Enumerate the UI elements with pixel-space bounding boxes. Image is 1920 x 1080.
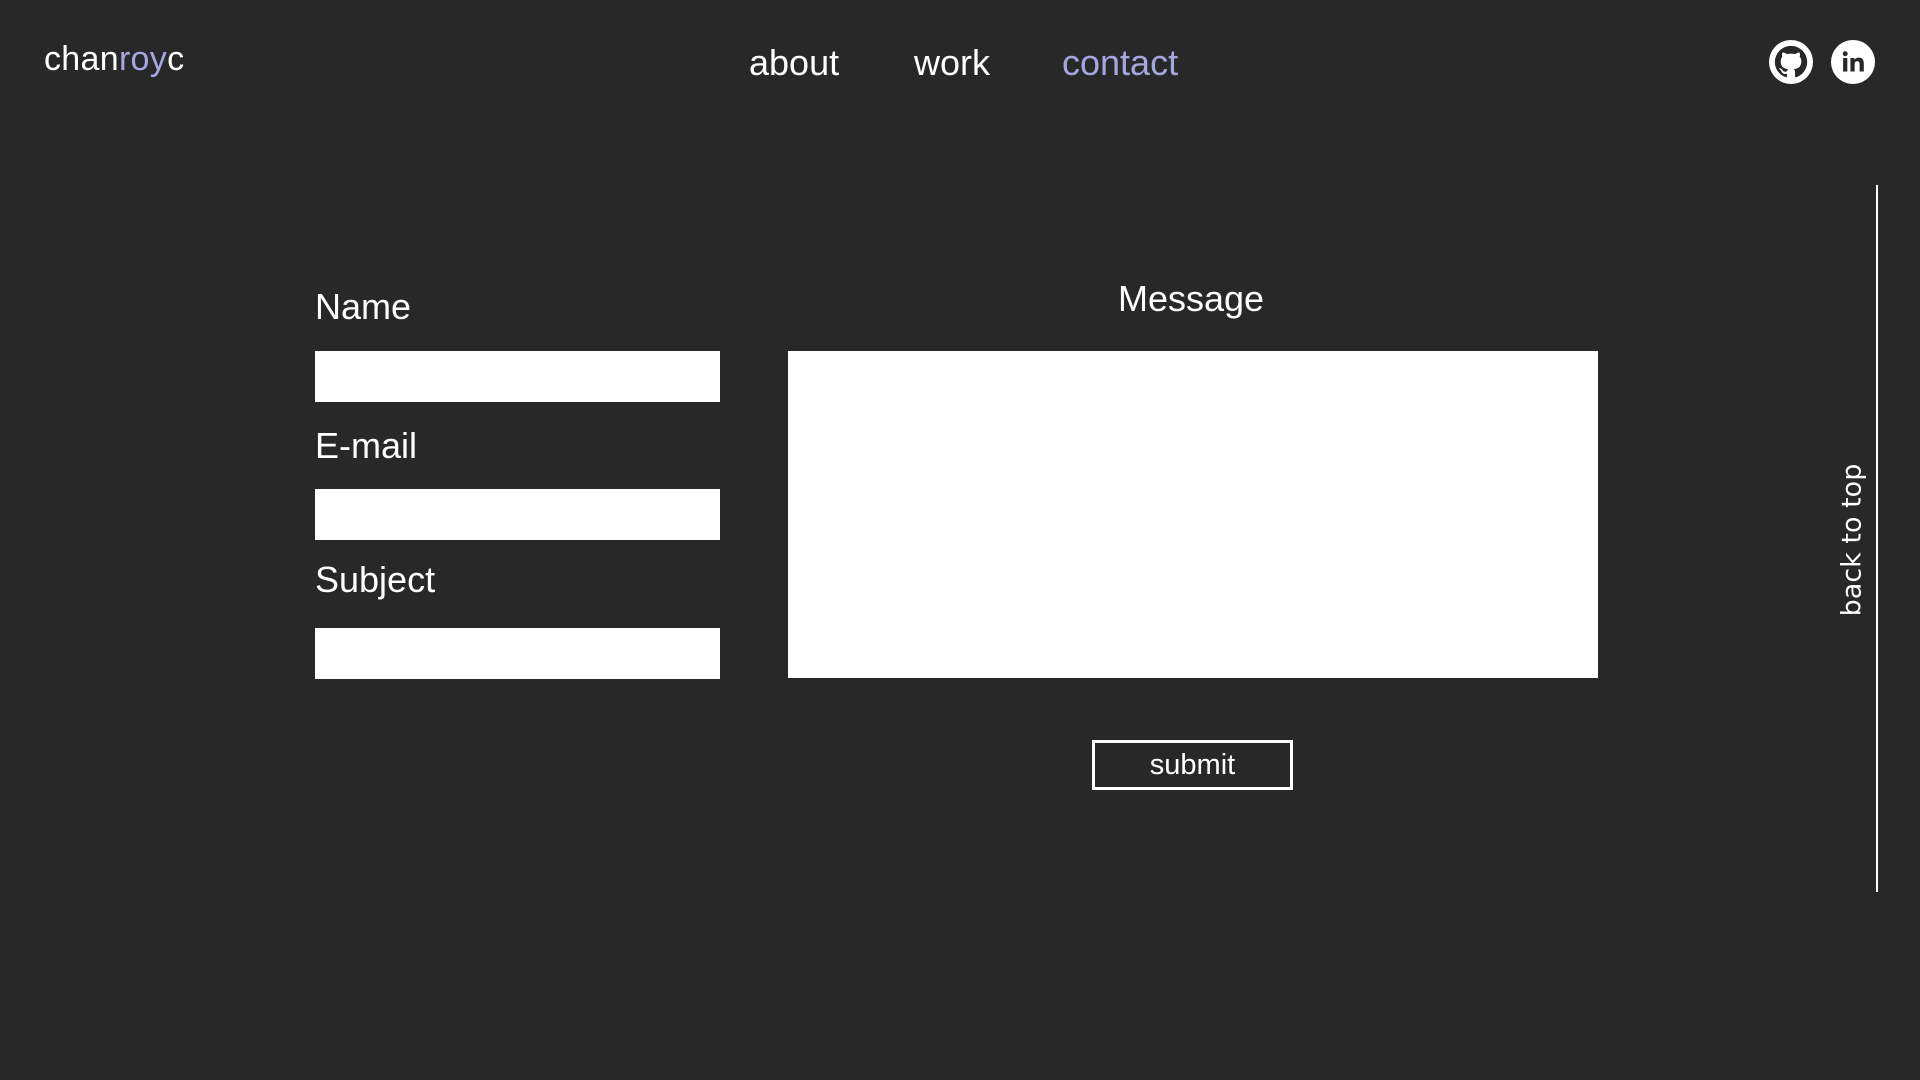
nav-link-about[interactable]: about xyxy=(749,42,914,84)
back-to-top-link[interactable]: back to top xyxy=(1837,464,1868,617)
message-textarea[interactable] xyxy=(788,351,1598,678)
email-input[interactable] xyxy=(315,489,720,540)
logo-suffix: c xyxy=(167,40,185,78)
name-label: Name xyxy=(315,286,412,327)
contact-page: chanroyc about work contact Name E-mail … xyxy=(0,0,1920,1080)
submit-button[interactable]: submit xyxy=(1092,740,1293,790)
social-links xyxy=(1769,40,1875,84)
message-label: Message xyxy=(1118,278,1265,319)
linkedin-icon[interactable] xyxy=(1831,40,1875,84)
logo-prefix: chan xyxy=(44,40,119,78)
subject-input[interactable] xyxy=(315,628,720,679)
subject-label: Subject xyxy=(315,559,436,600)
nav-link-work[interactable]: work xyxy=(914,42,1062,84)
nav-link-contact[interactable]: contact xyxy=(1062,42,1178,84)
site-logo[interactable]: chanroyc xyxy=(44,40,184,79)
logo-accent: roy xyxy=(118,40,168,78)
name-input[interactable] xyxy=(315,351,720,402)
email-label: E-mail xyxy=(315,425,418,466)
back-to-top-line xyxy=(1876,185,1878,892)
main-nav: about work contact xyxy=(749,42,1178,84)
github-icon[interactable] xyxy=(1769,40,1813,84)
